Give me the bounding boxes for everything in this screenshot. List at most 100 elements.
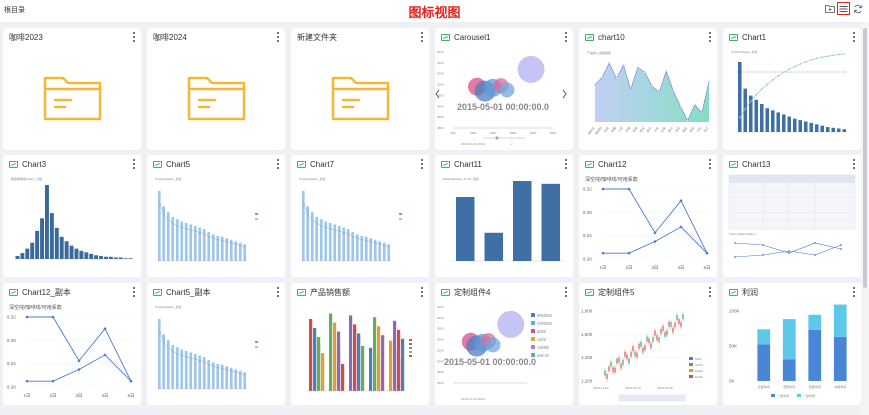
candle-body xyxy=(632,346,634,352)
x-tick-label: 西部市场 xyxy=(809,384,821,389)
more-menu-icon[interactable] xyxy=(852,287,855,297)
more-menu-icon[interactable] xyxy=(132,159,135,169)
bubble xyxy=(485,337,501,353)
card-chart[interactable]: Chart3 数量按季度/Sales_分组 xyxy=(3,155,141,277)
bar xyxy=(754,99,759,132)
card-chart[interactable]: Chart5_副本 Product/Sales_总和 xyxy=(147,283,285,405)
card-folder[interactable]: 咖啡2023 xyxy=(3,28,141,150)
card-chart[interactable]: Chart7 Product/Sales_总和 xyxy=(291,155,429,277)
more-menu-icon[interactable] xyxy=(132,32,135,42)
legend-swatch xyxy=(531,353,535,357)
data-point xyxy=(593,83,597,86)
more-menu-icon[interactable] xyxy=(564,32,567,42)
chart-title: Product/Sales_总和 xyxy=(155,176,181,181)
bar xyxy=(35,230,40,259)
x-tick-label: 东部市场 xyxy=(758,384,770,389)
data-point xyxy=(103,327,107,330)
card-chart[interactable]: 定制组件5 1,800 1,600 1,400 1,200 MA5 MA10 MA20 MA30… xyxy=(579,283,717,405)
card-chart[interactable]: Chart1 Product/Sales_总和 xyxy=(723,28,861,150)
candle-body xyxy=(648,338,650,344)
stacked-bar xyxy=(808,314,822,330)
bar xyxy=(803,121,808,132)
card-title: 定制组件4 xyxy=(454,287,491,297)
card-chart[interactable]: 定制组件4 3150 3100 3050 3000 2950 2900 2850 2800 201… xyxy=(435,283,573,405)
card-chart[interactable]: Chart12 深空线/咖啡线/可用系数 8.32 8.28 8.24 8.20 1日 2日 3… xyxy=(579,155,717,277)
card-chart[interactable]: Chart12_副本 深空线/咖啡线/可用系数 8.32 8.28 8.24 8.20 1日… xyxy=(3,283,141,405)
area-fill xyxy=(595,63,709,122)
bar xyxy=(455,197,475,261)
bubble xyxy=(499,82,515,98)
more-menu-icon[interactable] xyxy=(852,159,855,169)
more-menu-icon[interactable] xyxy=(708,287,711,297)
more-menu-icon[interactable] xyxy=(420,32,423,42)
bar xyxy=(54,227,59,259)
x-tick-label: 2004-03-26 xyxy=(657,386,673,390)
y-tick-label: 1,800 xyxy=(581,309,593,314)
more-menu-icon[interactable] xyxy=(708,32,711,42)
more-menu-icon[interactable] xyxy=(276,287,279,297)
folder-plus-icon[interactable] xyxy=(824,3,835,14)
refresh-icon[interactable] xyxy=(852,3,863,14)
more-menu-icon[interactable] xyxy=(708,159,711,169)
toolbar-icons xyxy=(824,2,863,15)
candle-body xyxy=(626,354,628,360)
bar xyxy=(103,256,108,259)
card-chart[interactable]: 产品销售额 xyxy=(291,283,429,405)
card-chart[interactable]: Chart11 Market/Budget_Profit_总和 xyxy=(435,155,573,277)
candle-body xyxy=(672,327,674,333)
card-folder[interactable]: 新建文件夹 xyxy=(291,28,429,150)
chart-icon xyxy=(153,160,162,168)
data-point xyxy=(51,379,55,383)
card-chart[interactable]: Carousel1 3150 3100 3050 3000 2950 2900 2850 280… xyxy=(435,28,573,150)
more-menu-icon[interactable] xyxy=(420,287,423,297)
card-header: Carousel1 xyxy=(435,28,573,46)
data-point xyxy=(601,76,604,79)
timeline-label: 2015-05-01 00:00:00.0 xyxy=(444,357,536,367)
more-menu-icon[interactable] xyxy=(132,287,135,297)
scrollbar[interactable] xyxy=(861,22,869,415)
preview-svg: 3150 3100 3050 3000 2950 2900 2850 2800 2015-05-… xyxy=(437,305,552,401)
preview-svg: Product/Sales_总和 xyxy=(299,176,402,262)
card-header: 利润 xyxy=(723,283,861,301)
bar xyxy=(108,256,113,259)
more-menu-icon[interactable] xyxy=(564,287,567,297)
more-menu-icon[interactable] xyxy=(420,159,423,169)
bar xyxy=(15,256,20,259)
card-chart[interactable]: chart10 产品收入金额趋势 咖啡豆 咖啡粉 挂耳 胶囊 冷萃 浓缩 拿铁 美式 摩卡 卡布 奶茶果… xyxy=(579,28,717,150)
candle-body xyxy=(666,330,668,336)
x-tick-label: 甜品 xyxy=(681,125,689,133)
y-tick-label: 3050 xyxy=(437,72,444,76)
preview-svg: 深空线/咖啡线/可用系数 8.32 8.28 8.24 8.20 1日 2日 3日 4日 5日 xyxy=(583,176,711,271)
more-menu-icon[interactable] xyxy=(852,32,855,42)
card-chart[interactable]: Chart5 Product/Sales_总和 xyxy=(147,155,285,277)
card-header: 定制组件5 xyxy=(579,283,717,301)
list-view-icon[interactable] xyxy=(837,2,850,15)
bar xyxy=(798,120,803,132)
more-menu-icon[interactable] xyxy=(564,159,567,169)
bar xyxy=(30,242,35,259)
data-point xyxy=(679,199,683,202)
x-tick-label: 3000 xyxy=(550,131,557,135)
scrollbar-thumb[interactable] xyxy=(863,28,867,288)
pareto-point xyxy=(738,116,741,119)
more-menu-icon[interactable] xyxy=(276,159,279,169)
data-point xyxy=(840,248,842,250)
stacked-bar xyxy=(757,329,771,345)
card-title: Chart13 xyxy=(742,159,771,169)
more-menu-icon[interactable] xyxy=(276,32,279,42)
card-chart[interactable]: Chart13 Policy Rate/Inflation xyxy=(723,155,861,277)
y-tick-label: 2800 xyxy=(437,126,444,130)
y-tick-label: 3150 xyxy=(437,305,444,309)
series-line xyxy=(603,188,708,254)
table-header xyxy=(729,175,855,183)
y-tick-label: 2850 xyxy=(437,115,444,119)
card-chart[interactable]: 利润 100K 50K 0K 东部市场 南部市场 西部市场 中部市场 二级市场 一级市场 xyxy=(723,283,861,405)
card-folder[interactable]: 咖啡2024 xyxy=(147,28,285,150)
x-tick-label: 美式 xyxy=(638,125,646,133)
bar xyxy=(94,255,99,259)
candle-body xyxy=(640,341,642,347)
card-header: Chart1 xyxy=(723,28,861,46)
bar xyxy=(781,114,786,132)
legend-swatch xyxy=(689,375,693,378)
legend-swatch xyxy=(409,351,412,353)
